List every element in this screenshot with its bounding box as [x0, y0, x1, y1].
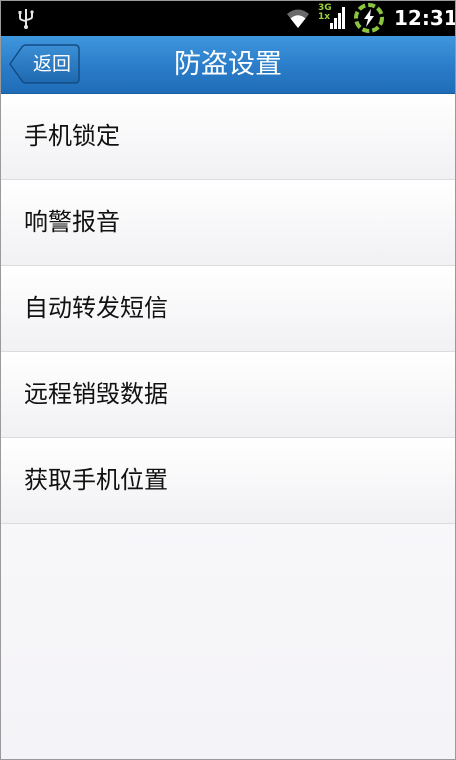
sync-icon [352, 1, 386, 35]
signal-icon: 3G 1x [318, 4, 348, 32]
list-item-remote-wipe[interactable]: 远程销毁数据 [0, 352, 456, 438]
list-item-label: 自动转发短信 [24, 294, 168, 322]
status-bar: 3G 1x 12:31 [0, 0, 456, 36]
list-item-label: 响警报音 [24, 208, 120, 236]
app-screen: 3G 1x 12:31 返回 防盗设置 手机锁定 响警报音 自动转发短信 远程销… [0, 0, 456, 760]
list-item-label: 远程销毁数据 [24, 380, 168, 408]
usb-icon [14, 6, 38, 30]
wifi-icon [284, 6, 312, 30]
title-bar: 返回 防盗设置 [0, 36, 456, 94]
back-button-label: 返回 [32, 53, 71, 75]
page-title: 防盗设置 [174, 49, 282, 80]
list-item-locate-phone[interactable]: 获取手机位置 [0, 438, 456, 524]
list-item-label: 获取手机位置 [24, 466, 168, 494]
list-item-forward-sms[interactable]: 自动转发短信 [0, 266, 456, 352]
settings-list: 手机锁定 响警报音 自动转发短信 远程销毁数据 获取手机位置 [0, 94, 456, 524]
list-item-sound-alarm[interactable]: 响警报音 [0, 180, 456, 266]
list-item-label: 手机锁定 [24, 122, 120, 150]
list-item-phone-lock[interactable]: 手机锁定 [0, 94, 456, 180]
back-button[interactable]: 返回 [8, 44, 80, 84]
clock: 12:31 [394, 6, 456, 30]
